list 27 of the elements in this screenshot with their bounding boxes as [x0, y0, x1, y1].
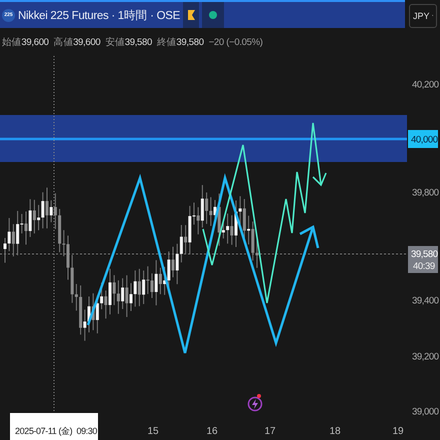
- lightning-icon[interactable]: [248, 394, 262, 412]
- currency-dropdown[interactable]: JPY: [409, 4, 437, 28]
- symbol-title[interactable]: Nikkei 225 Futures · 1時間 · OSE: [18, 8, 180, 22]
- flag-icon: [188, 10, 194, 20]
- flag-chip[interactable]: [183, 2, 199, 28]
- time-tick-label: 18: [329, 426, 341, 437]
- price-tick-label: 39,200: [412, 352, 439, 362]
- price-tick-label: 39,000: [412, 406, 439, 418]
- time-tick-label: 16: [206, 426, 218, 437]
- price-tick-label: 39,800: [412, 188, 439, 198]
- price-level-label: 40,000: [408, 130, 438, 148]
- status-chip[interactable]: [202, 2, 224, 28]
- ohlc-value: 安値39,580: [105, 36, 152, 48]
- price-tick-label: 39,400: [412, 296, 439, 306]
- price-change: −20 (−0.05%): [208, 36, 263, 48]
- price-tick-label: 40,200: [412, 80, 439, 90]
- ohlc-value: 終値39,580: [157, 36, 204, 48]
- last-price-label: 39,580 40:39: [408, 246, 438, 273]
- status-dot-icon: [209, 11, 217, 19]
- ohlc-value: 高値39,600: [54, 36, 100, 48]
- time-tick-label: 17: [264, 426, 276, 437]
- time-tick-label: 15: [147, 426, 159, 437]
- trend-arrow[interactable]: [86, 173, 320, 354]
- ohlc-value: 始値39,600: [2, 36, 49, 48]
- trend-arrow[interactable]: [202, 122, 327, 304]
- cursor-date-label: 2025-07-11 (金) 09:30: [10, 413, 98, 440]
- time-tick-label: 19: [392, 426, 404, 437]
